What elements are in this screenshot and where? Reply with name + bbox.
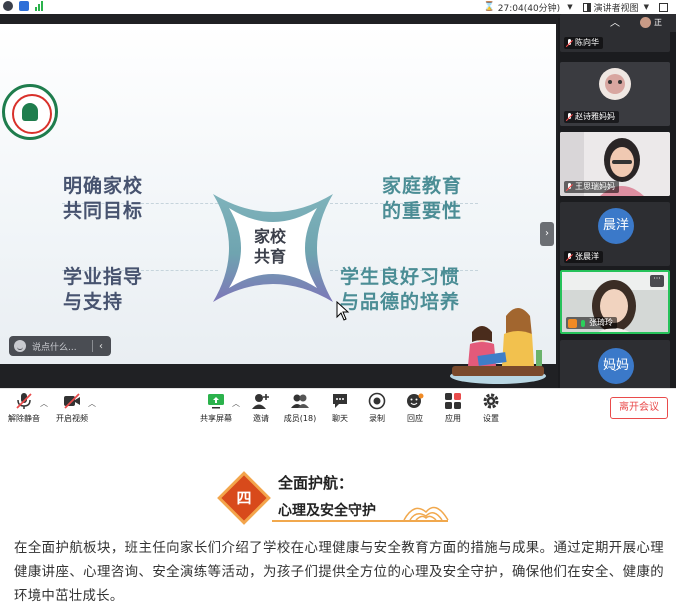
start-video-button[interactable]: 开启视频 ︿ xyxy=(50,392,96,424)
meeting-window: ⌛ 27:04(40分钟) ▼ 演讲者视图 ▼ 明确家校 共同目标 家庭教育 的… xyxy=(0,0,676,432)
add-user-icon xyxy=(252,394,269,409)
record-icon xyxy=(368,392,386,410)
meeting-timer: ⌛ 27:04(40分钟) ▼ xyxy=(483,2,573,14)
section-subtitle: 心理及安全守护 xyxy=(278,503,376,519)
participant-tile[interactable]: 妈妈 ﹀ xyxy=(560,340,670,390)
mouse-cursor-icon xyxy=(336,301,350,321)
school-logo xyxy=(2,84,58,140)
participant-tile[interactable]: 王思瑞妈妈 xyxy=(560,132,670,196)
parent-child-reading-illustration xyxy=(450,308,546,384)
share-screen-icon xyxy=(208,394,224,409)
section-title: 全面护航： xyxy=(278,474,354,492)
apps-grid-icon xyxy=(445,393,461,409)
mic-on-icon xyxy=(581,319,585,327)
chevron-up-icon[interactable]: ︿ xyxy=(40,398,48,409)
presenter-view-icon xyxy=(582,2,591,12)
participant-tile[interactable]: 赵诗雅妈妈 xyxy=(560,62,670,126)
slide-item-study-guidance: 学业指导 与支持 xyxy=(63,266,144,313)
slide-item-habits: 学生良好习惯 与品德的培养 xyxy=(340,266,461,313)
signal-icon xyxy=(35,1,43,11)
gear-icon xyxy=(483,393,499,409)
article-paragraph: 在全面护航板块，班主任向家长们介绍了学校在心理健康与安全教育方面的措施与成果。通… xyxy=(14,541,664,604)
chat-icon xyxy=(333,394,347,408)
section-heading: 四 全面护航： 心理及安全守护 xyxy=(221,470,462,526)
participant-name-tag: 张晨洋 xyxy=(564,251,603,263)
avatar: 晨洋 xyxy=(598,208,634,244)
shared-slide: 明确家校 共同目标 家庭教育 的重要性 学业指导 与支持 学生良好习惯 与品德的… xyxy=(0,24,556,384)
unmute-button[interactable]: 解除静音 ︿ xyxy=(2,392,48,424)
cloud-wave-decoration-icon xyxy=(403,506,449,521)
self-view-tile[interactable]: 正 xyxy=(636,14,676,32)
participant-tile-active-speaker[interactable]: ··· 张琦玲 xyxy=(560,270,670,334)
participant-name-tag: 陈向华 xyxy=(564,37,603,49)
invite-button[interactable]: 邀请 xyxy=(239,392,283,424)
fullscreen-icon[interactable] xyxy=(659,2,668,12)
mic-off-icon xyxy=(16,393,32,409)
presenter-view-button[interactable]: 演讲者视图 ▼ xyxy=(582,1,649,14)
emoji-icon[interactable] xyxy=(14,340,26,352)
participant-name-tag: 王思瑞妈妈 xyxy=(564,181,619,193)
share-screen-button[interactable]: 共享屏幕 ︿ xyxy=(194,392,240,424)
chevron-down-icon[interactable]: ▼ xyxy=(644,3,649,11)
hub-label: 家校 共育 xyxy=(253,227,286,266)
participant-tile[interactable]: 晨洋 张晨洋 xyxy=(560,202,670,266)
chevron-up-icon[interactable]: ︿ xyxy=(88,398,96,409)
hourglass-icon: ⌛ xyxy=(483,2,495,12)
shield-check-icon[interactable] xyxy=(19,1,29,11)
users-icon xyxy=(291,394,309,408)
settings-button[interactable]: 设置 xyxy=(469,392,513,424)
quick-chat-input[interactable]: 说点什么... ‹ xyxy=(9,336,111,356)
divider xyxy=(92,340,93,352)
meeting-toolbar: 解除静音 ︿ 开启视频 ︿ 共享屏幕 ︿ 邀请 成员(18) 聊天 录制 回应 … xyxy=(0,388,676,432)
mic-off-icon xyxy=(566,182,573,192)
participant-panel: ︿ 陈向华 赵诗雅妈妈 王思瑞妈妈 晨洋 张晨洋 ··· 张琦玲 妈妈 ﹀ xyxy=(558,14,676,390)
participant-name-tag: 赵诗雅妈妈 xyxy=(564,111,619,123)
slide-item-goals: 明确家校 共同目标 xyxy=(63,175,144,222)
host-icon xyxy=(568,318,577,328)
chevron-right-icon[interactable]: › xyxy=(540,222,554,246)
leave-meeting-button[interactable]: 离开会议 xyxy=(610,397,668,419)
more-icon[interactable]: ··· xyxy=(650,275,664,287)
mic-off-icon xyxy=(566,252,573,262)
camera-off-icon xyxy=(64,393,80,409)
reaction-icon xyxy=(407,393,424,408)
section-number: 四 xyxy=(236,489,252,507)
slide-item-family-education: 家庭教育 的重要性 xyxy=(382,175,463,222)
mic-off-icon xyxy=(566,112,573,122)
status-bar: ⌛ 27:04(40分钟) ▼ 演讲者视图 ▼ xyxy=(0,0,676,14)
chevron-down-icon[interactable]: ▼ xyxy=(567,3,572,11)
chevron-down-icon[interactable]: ﹀ xyxy=(600,368,630,380)
members-button[interactable]: 成员(18) xyxy=(278,392,322,424)
avatar xyxy=(640,17,651,28)
chevron-up-icon[interactable]: ︿ xyxy=(600,18,630,30)
info-icon[interactable] xyxy=(3,1,13,11)
mic-off-icon xyxy=(566,38,573,48)
chevron-left-icon[interactable]: ‹ xyxy=(99,341,103,352)
participant-name-tag: 张琦玲 xyxy=(566,317,617,329)
